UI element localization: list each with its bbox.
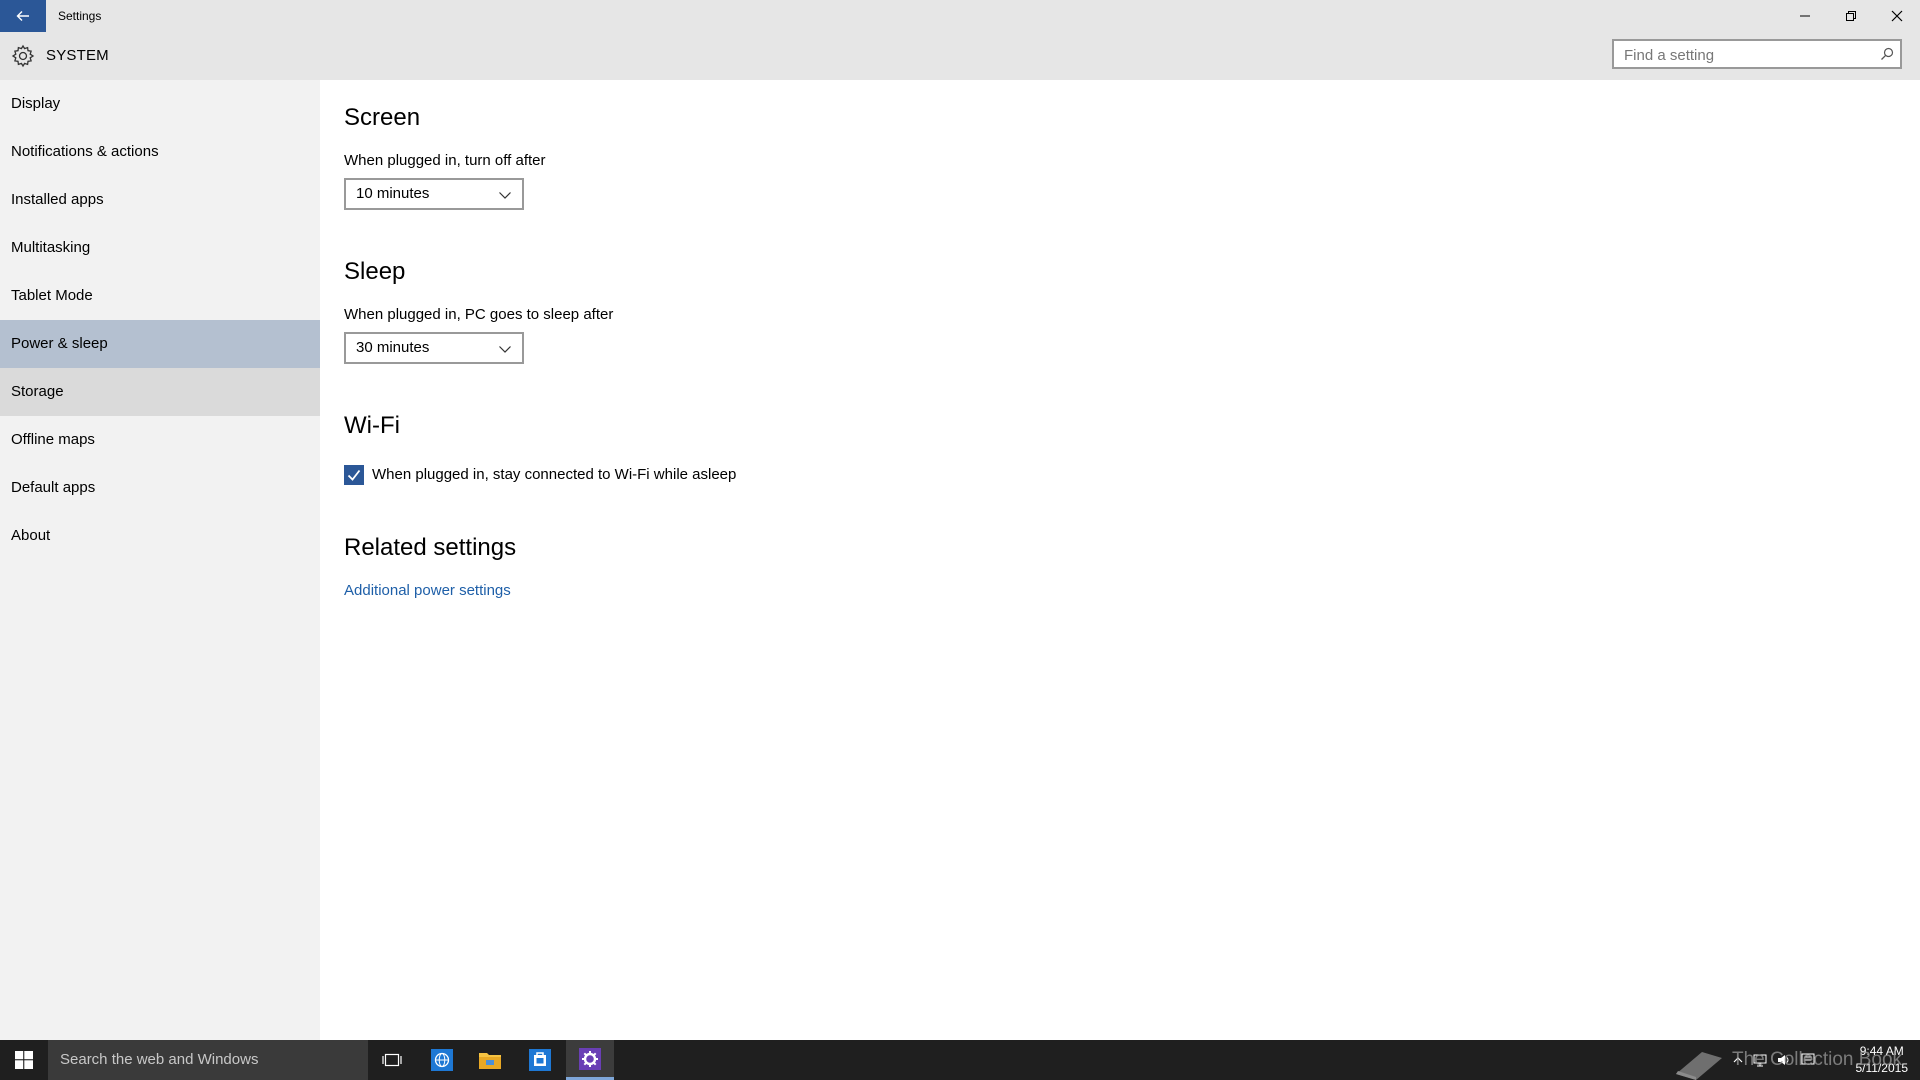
search-icon[interactable] <box>1880 47 1894 61</box>
taskbar-file-explorer-button[interactable] <box>466 1040 514 1080</box>
gear-icon <box>579 1047 601 1070</box>
folder-icon <box>479 1053 501 1069</box>
page-title: SYSTEM <box>46 47 109 64</box>
watermark-text: The Collection Book <box>1732 1049 1903 1070</box>
minimize-button[interactable] <box>1782 0 1828 32</box>
chevron-down-icon <box>499 192 511 199</box>
browser-icon <box>431 1049 453 1071</box>
sidebar-item-offline-maps[interactable]: Offline maps <box>0 416 320 464</box>
store-icon <box>529 1049 551 1071</box>
sleep-timeout-label: When plugged in, PC goes to sleep after <box>344 306 614 323</box>
screen-timeout-label: When plugged in, turn off after <box>344 152 546 169</box>
sidebar-item-installed-apps[interactable]: Installed apps <box>0 176 320 224</box>
sidebar-item-storage[interactable]: Storage <box>0 368 320 416</box>
checkmark-icon <box>347 469 361 481</box>
main-content: Screen When plugged in, turn off after 1… <box>344 80 1884 1040</box>
task-view-button[interactable] <box>368 1040 416 1080</box>
sidebar-item-multitasking[interactable]: Multitasking <box>0 224 320 272</box>
taskbar-settings-button[interactable] <box>566 1040 614 1080</box>
settings-header: SYSTEM <box>0 32 1920 80</box>
back-arrow-icon <box>16 11 29 21</box>
sidebar-item-notifications-actions[interactable]: Notifications & actions <box>0 128 320 176</box>
settings-search-box[interactable] <box>1612 39 1902 69</box>
taskbar-search-box[interactable]: Search the web and Windows <box>48 1040 368 1080</box>
taskbar: Search the web and Windows 9:44 AM 5/11/… <box>0 1040 1920 1080</box>
screen-heading: Screen <box>344 104 421 131</box>
wifi-heading: Wi-Fi <box>344 412 400 439</box>
restore-button[interactable] <box>1828 0 1874 32</box>
sidebar-nav: Display Notifications & actions Installe… <box>0 80 320 1040</box>
additional-power-settings-link[interactable]: Additional power settings <box>344 582 511 599</box>
sleep-timeout-value: 30 minutes <box>356 339 430 356</box>
start-button[interactable] <box>0 1040 48 1080</box>
gear-icon <box>11 44 35 68</box>
sidebar-item-power-sleep[interactable]: Power & sleep <box>0 320 320 368</box>
windows-logo-icon <box>15 1051 33 1069</box>
taskbar-search-text: Search the web and Windows <box>60 1051 259 1068</box>
taskbar-browser-button[interactable] <box>418 1040 466 1080</box>
book-logo-icon <box>1676 1052 1722 1080</box>
title-bar: Settings <box>0 0 1920 32</box>
window-title: Settings <box>58 9 102 23</box>
back-button[interactable] <box>0 0 46 32</box>
watermark: The Collection Book <box>1672 1044 1902 1080</box>
wifi-stay-connected-checkbox[interactable] <box>344 465 364 485</box>
taskbar-store-button[interactable] <box>516 1040 564 1080</box>
close-icon <box>1891 10 1903 22</box>
minimize-icon <box>1800 15 1810 17</box>
screen-timeout-value: 10 minutes <box>356 185 430 202</box>
sleep-heading: Sleep <box>344 258 406 285</box>
wifi-stay-connected-label[interactable]: When plugged in, stay connected to Wi-Fi… <box>372 466 736 483</box>
task-view-icon <box>382 1053 402 1067</box>
restore-icon <box>1846 11 1856 21</box>
related-settings-heading: Related settings <box>344 534 517 561</box>
sidebar-item-display[interactable]: Display <box>0 80 320 128</box>
close-button[interactable] <box>1874 0 1920 32</box>
chevron-down-icon <box>499 346 511 353</box>
screen-timeout-dropdown[interactable]: 10 minutes <box>344 178 524 210</box>
search-input[interactable] <box>1622 41 1876 69</box>
sidebar-item-default-apps[interactable]: Default apps <box>0 464 320 512</box>
sidebar-item-about[interactable]: About <box>0 512 320 560</box>
sleep-timeout-dropdown[interactable]: 30 minutes <box>344 332 524 364</box>
sidebar-item-tablet-mode[interactable]: Tablet Mode <box>0 272 320 320</box>
